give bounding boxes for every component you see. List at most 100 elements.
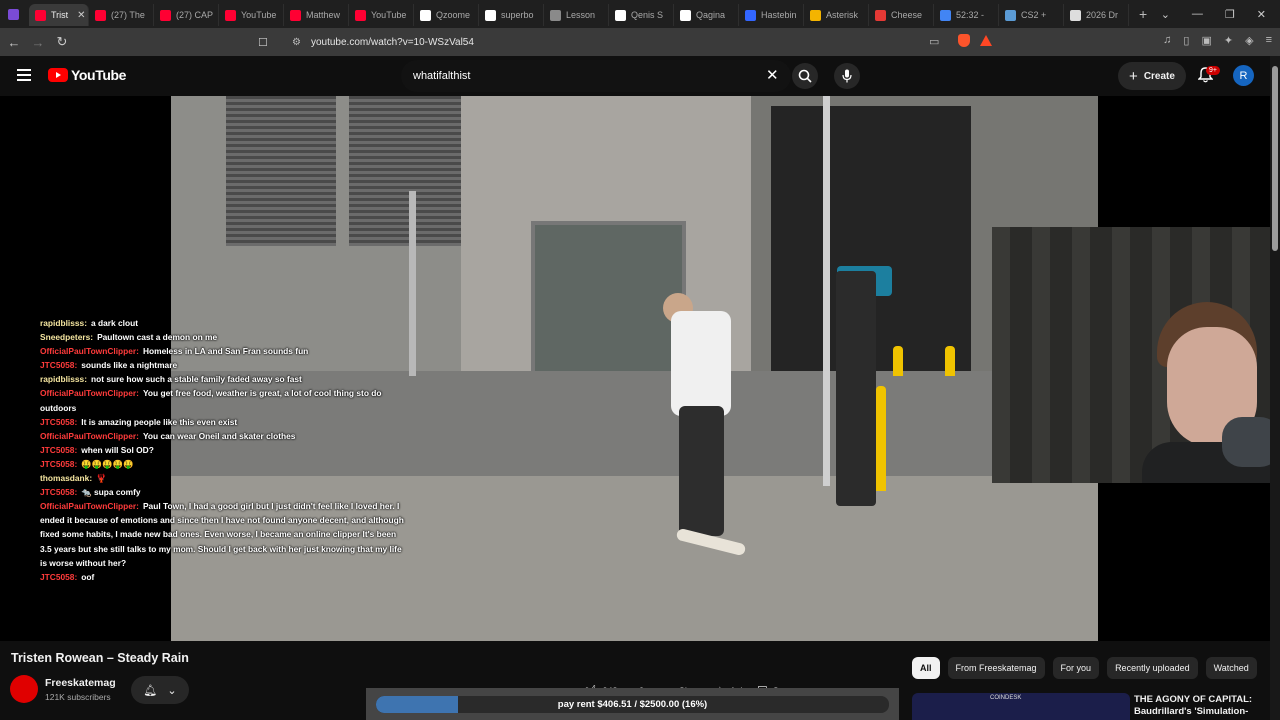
- tab-label: Matthew: [306, 10, 341, 20]
- browser-tab[interactable]: superbo: [479, 4, 544, 26]
- brave-shields-icon[interactable]: [958, 34, 970, 47]
- chat-text: 🦞: [96, 473, 107, 484]
- filter-chip[interactable]: Recently uploaded: [1107, 657, 1198, 679]
- video-scene-shutter: [226, 96, 336, 246]
- tab-search-dropdown-icon[interactable]: ⌄: [1161, 8, 1170, 21]
- browser-tab[interactable]: 2026 Dr: [1064, 4, 1129, 26]
- clear-search-icon[interactable]: ✕: [766, 66, 779, 84]
- tab-label: (27) CAP: [176, 10, 214, 20]
- favicon-icon: [875, 9, 886, 21]
- back-icon[interactable]: ←: [4, 35, 24, 50]
- scrollbar-thumb[interactable]: [1272, 66, 1278, 251]
- favicon-icon: [745, 9, 756, 21]
- favicon-icon: [160, 9, 171, 21]
- favicon-icon: [355, 9, 366, 21]
- create-button[interactable]: + Create: [1118, 62, 1186, 90]
- browser-tab[interactable]: YouTube: [349, 4, 414, 26]
- browser-tab[interactable]: Qagina: [674, 4, 739, 26]
- browser-tab[interactable]: (27) The: [89, 4, 154, 26]
- account-avatar[interactable]: R: [1233, 65, 1254, 86]
- youtube-logo[interactable]: YouTube: [48, 67, 126, 83]
- chat-message: OfficialPaulTownClipper: Homeless in LA a…: [40, 344, 410, 358]
- browser-tab[interactable]: Qzoome: [414, 4, 479, 26]
- reload-icon[interactable]: ↻: [52, 34, 72, 50]
- browser-tab[interactable]: Matthew: [284, 4, 349, 26]
- leo-icon[interactable]: ✦: [1224, 34, 1233, 47]
- search-icon: [798, 69, 812, 83]
- tab-label: YouTube: [241, 10, 277, 20]
- video-scene-pole: [409, 191, 416, 376]
- recommendation-title[interactable]: THE AGONY OF CAPITAL: Baudrillard's 'Sim…: [1134, 694, 1264, 718]
- sidebar-icon[interactable]: ▯: [1183, 34, 1189, 47]
- tab-label: Qzoome: [436, 10, 471, 20]
- filter-chip[interactable]: All: [912, 657, 940, 679]
- favicon-icon: [615, 9, 626, 21]
- browser-tab[interactable]: YouTube: [219, 4, 284, 26]
- chat-message: JTC5058: 🤑🤑🤑🤑🤑: [40, 457, 410, 471]
- video-scene-skater: [671, 311, 731, 416]
- chat-message: JTC5058: It is amazing people like this e…: [40, 415, 410, 429]
- browser-tab[interactable]: (27) CAP: [154, 4, 219, 26]
- tab-label: Asterisk: [826, 10, 859, 20]
- vpn-icon[interactable]: ◈: [1245, 34, 1253, 47]
- site-info-icon[interactable]: ⚙: [292, 37, 301, 48]
- brave-rewards-icon[interactable]: [980, 35, 992, 46]
- chat-overlay: rapidblisss: a dark clout Sneedpeters: Paul…: [40, 316, 410, 584]
- media-icon[interactable]: ♫: [1163, 34, 1171, 47]
- chat-text: not sure how such a stable family faded …: [91, 374, 302, 385]
- webcam-overlay: [992, 227, 1280, 483]
- close-window-icon[interactable]: ✕: [1257, 8, 1266, 21]
- search-button[interactable]: [792, 63, 818, 89]
- chat-username: OfficialPaulTownClipper:: [40, 346, 139, 357]
- channel-avatar[interactable]: [10, 675, 38, 703]
- tab-label: Hastebin: [761, 10, 797, 20]
- menu-icon[interactable]: ≡: [1266, 34, 1272, 47]
- forward-icon[interactable]: →: [28, 35, 48, 50]
- bell-icon: 🔔︎: [143, 684, 158, 697]
- chat-text: sounds like a nightmare: [81, 360, 178, 371]
- browser-tab[interactable]: CS2 +: [999, 4, 1064, 26]
- favicon-icon: [420, 9, 431, 21]
- chat-text: 🤑🤑🤑🤑🤑: [81, 458, 134, 469]
- page-scrollbar[interactable]: [1270, 56, 1280, 720]
- minimize-icon[interactable]: —: [1192, 8, 1203, 21]
- subscription-button[interactable]: 🔔︎ ⌄: [131, 676, 189, 704]
- filter-chip[interactable]: From Freeskatemag: [947, 657, 1045, 679]
- chat-text: You can wear Oneil and skater clothes: [142, 430, 296, 441]
- browser-tab[interactable]: Lesson: [544, 4, 609, 26]
- restore-icon[interactable]: ❐: [1225, 8, 1235, 21]
- new-tab-icon[interactable]: +: [1139, 6, 1147, 22]
- browser-tab[interactable]: Trist ✕: [29, 4, 89, 26]
- youtube-wordmark: YouTube: [71, 67, 127, 83]
- filter-chip[interactable]: For you: [1052, 657, 1100, 679]
- favicon-icon: [95, 9, 106, 21]
- browser-tab[interactable]: Qenis S: [609, 4, 674, 26]
- tab-label: (27) The: [111, 10, 145, 20]
- guide-menu-icon[interactable]: [17, 69, 31, 81]
- voice-search-button[interactable]: [834, 63, 860, 89]
- browser-tab[interactable]: Cheese: [869, 4, 934, 26]
- video-scene-skater: [679, 406, 724, 536]
- url-field[interactable]: ⚙ youtube.com/watch?v=10-WSzVal54: [280, 32, 1030, 52]
- wallet-icon[interactable]: ▣: [1201, 34, 1211, 47]
- bookmark-icon[interactable]: ☐: [258, 36, 268, 49]
- close-tab-icon[interactable]: ✕: [77, 10, 85, 21]
- recommendation-thumbnail[interactable]: COINDESK: [912, 693, 1130, 720]
- filter-chip[interactable]: Watched: [1205, 657, 1257, 679]
- url-text: youtube.com/watch?v=10-WSzVal54: [310, 36, 474, 48]
- browser-tab[interactable]: Hastebin: [739, 4, 804, 26]
- browser-tab[interactable]: 52:32 -: [934, 4, 999, 26]
- chat-message: Sneedpeters: Paultown cast a demon on me: [40, 330, 410, 344]
- extensions-area: ♫ ▯ ▣ ✦ ◈ ≡: [1163, 34, 1272, 47]
- channel-name[interactable]: Freeskatemag: [45, 677, 116, 689]
- chat-message: rapidblisss: a dark clout: [40, 316, 410, 330]
- favicon-icon: [290, 9, 301, 21]
- tab-label: 52:32 -: [956, 10, 985, 20]
- tab-search-icon[interactable]: [8, 8, 19, 20]
- browser-tab[interactable]: Asterisk: [804, 4, 869, 26]
- search-input[interactable]: whatifalthist: [401, 60, 791, 92]
- tab-label: Cheese: [891, 10, 923, 20]
- notification-badge: 9+: [1206, 66, 1220, 75]
- cast-icon[interactable]: ▭: [929, 35, 939, 48]
- chat-text: a dark clout: [91, 318, 139, 328]
